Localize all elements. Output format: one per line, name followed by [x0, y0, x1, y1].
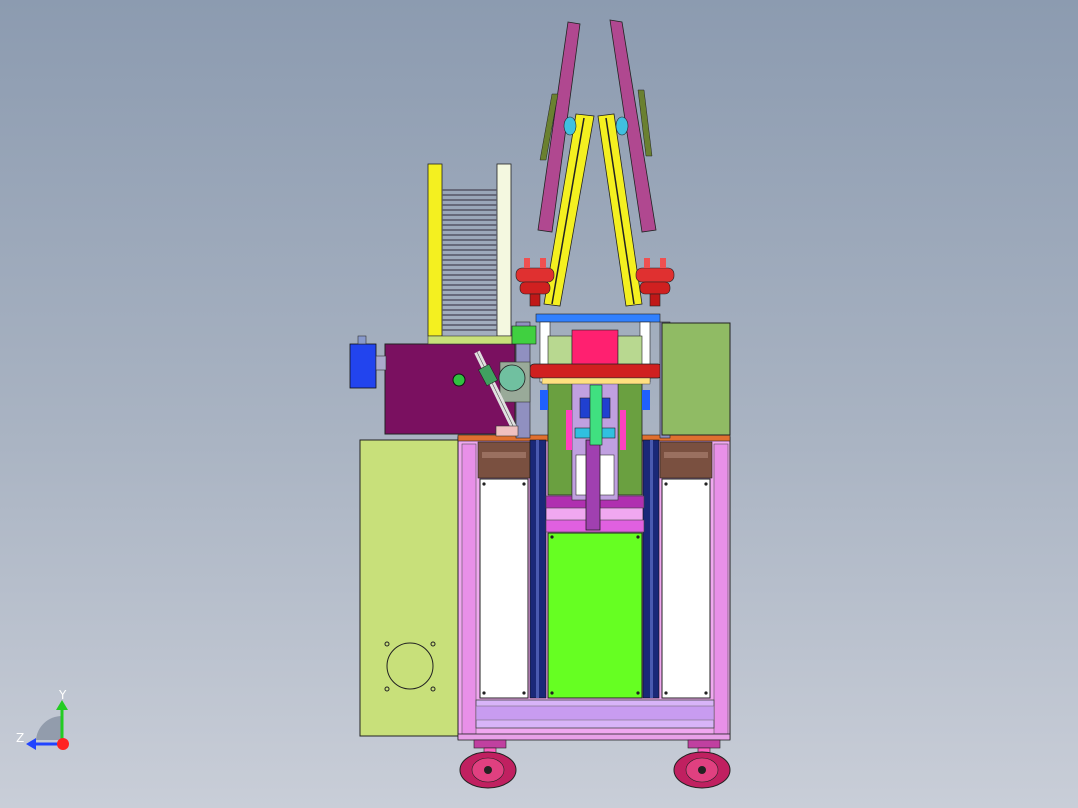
triad-arc: [36, 715, 62, 740]
coordinate-triad[interactable]: [26, 700, 69, 750]
machine-assembly-model[interactable]: [0, 0, 1078, 808]
upper-left-assembly: [349, 163, 537, 437]
z-axis-label: Z: [16, 731, 25, 745]
left-side-panel: [359, 439, 461, 737]
right-caster-wheel: [673, 739, 731, 789]
right-side-box: [661, 322, 731, 436]
x-axis-dot: [57, 738, 69, 750]
cad-viewport[interactable]: Y Z: [0, 0, 1078, 808]
z-axis-arrow: [26, 738, 36, 750]
stacked-slats: [442, 189, 497, 331]
left-arm: [537, 21, 595, 307]
y-axis-label: Y: [59, 688, 67, 702]
right-clamp: [635, 258, 675, 307]
left-caster-wheel: [459, 739, 517, 789]
